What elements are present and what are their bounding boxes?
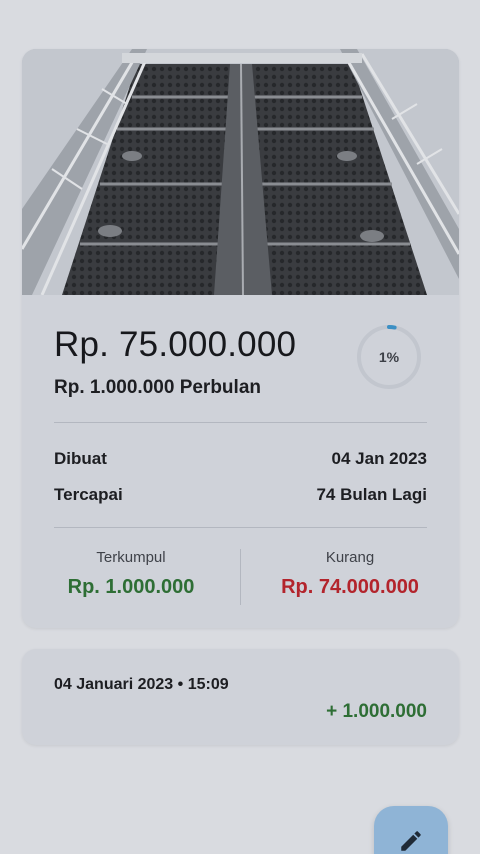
- app-bar-partial: [150, 0, 180, 2]
- reached-label: Tercapai: [54, 485, 123, 504]
- goal-card[interactable]: Rp. 75.000.000 Rp. 1.000.000 Perbulan 1%…: [22, 49, 459, 628]
- reached-value: 74 Bulan Lagi: [316, 485, 427, 504]
- transaction-amount: + 1.000.000: [326, 701, 427, 722]
- edit-button[interactable]: [374, 806, 448, 854]
- pencil-icon: [401, 831, 421, 851]
- top-strip: [0, 0, 480, 14]
- created-label: Dibuat: [54, 449, 107, 468]
- collected-value: Rp. 1.000.000: [67, 576, 195, 598]
- target-amount: Rp. 75.000.000: [54, 325, 297, 364]
- progress-percent: 1%: [378, 349, 400, 365]
- remaining-label: Kurang: [325, 549, 375, 566]
- transaction-item[interactable]: 04 Januari 2023 • 15:09 + 1.000.000: [22, 649, 459, 745]
- collected-label: Terkumpul: [96, 549, 166, 566]
- monthly-saving: Rp. 1.000.000 Perbulan: [54, 377, 261, 398]
- transaction-datetime: 04 Januari 2023 • 15:09: [54, 676, 229, 693]
- divider: [54, 422, 427, 423]
- goal-photo: [22, 49, 459, 295]
- remaining-column: Kurang Rp. 74.000.000: [241, 549, 459, 599]
- remaining-value: Rp. 74.000.000: [281, 576, 419, 598]
- collected-column: Terkumpul Rp. 1.000.000: [22, 549, 240, 599]
- progress-ring-icon: 1%: [356, 324, 422, 390]
- divider: [54, 527, 427, 528]
- created-value: 04 Jan 2023: [331, 449, 427, 468]
